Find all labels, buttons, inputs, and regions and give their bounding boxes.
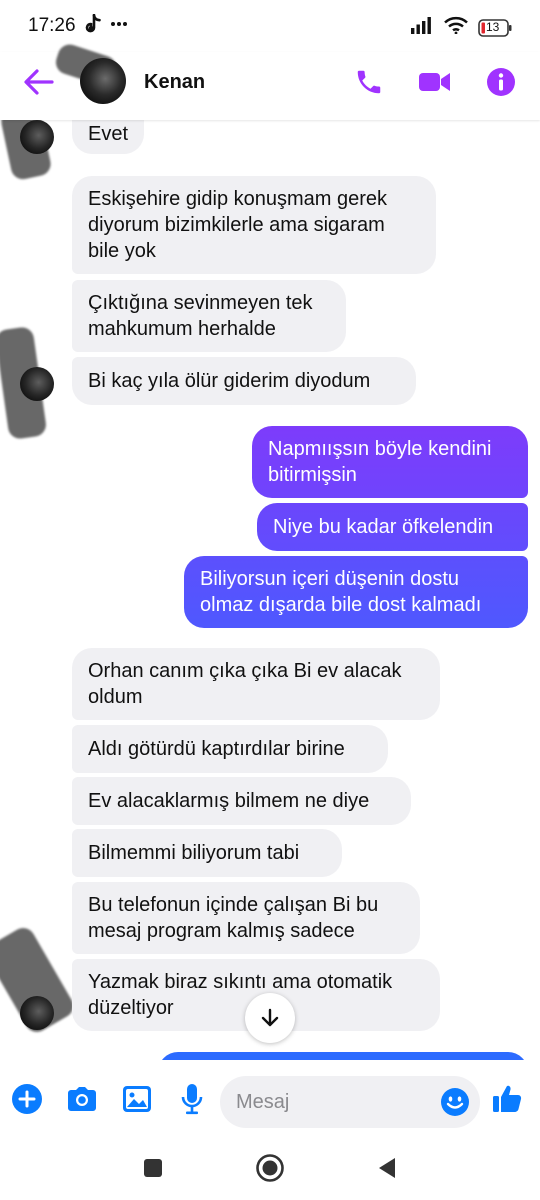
arrow-down-icon: [261, 1008, 279, 1027]
message-outgoing[interactable]: Niye bu kadar öfkelendin: [257, 503, 528, 551]
back-icon: [379, 1158, 395, 1178]
message-incoming[interactable]: Ev alacaklarmış bilmem ne diye: [72, 777, 411, 825]
message-incoming[interactable]: Çıktığına sevinmeyen tek mahkumum herhal…: [72, 280, 346, 352]
camera-icon: [68, 1087, 96, 1111]
scroll-to-bottom-button[interactable]: [245, 993, 295, 1043]
more-actions-button[interactable]: [10, 1082, 44, 1116]
wifi-icon: [444, 16, 468, 39]
recent-apps-icon: [144, 1159, 162, 1177]
recent-apps-button[interactable]: [138, 1153, 168, 1183]
plus-icon: [12, 1084, 42, 1114]
call-button[interactable]: [352, 65, 386, 99]
message-incoming[interactable]: Orhan canım çıka çıka Bi ev alacak oldum: [72, 648, 440, 720]
signal-icon: [410, 16, 434, 39]
battery-level: 13: [486, 19, 500, 34]
contact-name[interactable]: Kenan: [144, 71, 205, 94]
battery-icon: 13: [478, 18, 512, 37]
message-incoming[interactable]: Aldı götürdü kaptırdılar birine: [72, 725, 388, 773]
gallery-button[interactable]: [120, 1082, 154, 1116]
camera-button[interactable]: [65, 1082, 99, 1116]
message-incoming[interactable]: Eskişehire gidip konuşmam gerek diyorum …: [72, 176, 436, 274]
sender-avatar: [20, 996, 54, 1030]
emoji-button[interactable]: [440, 1087, 470, 1117]
video-icon: [419, 73, 450, 91]
image-icon: [123, 1086, 151, 1112]
voice-record-button[interactable]: [175, 1082, 209, 1116]
like-button[interactable]: [490, 1082, 524, 1116]
back-arrow-icon: [24, 69, 54, 95]
message-incoming[interactable]: Evet: [72, 120, 144, 154]
system-nav-bar: [0, 1140, 540, 1200]
info-button[interactable]: [484, 65, 518, 99]
message-list[interactable]: Evet Eskişehire gidip konuşmam gerek diy…: [0, 120, 540, 1060]
contact-avatar[interactable]: [80, 58, 126, 104]
sender-avatar: [20, 120, 54, 154]
composer-bar: [0, 1064, 540, 1140]
status-time: 17:26: [28, 15, 76, 36]
phone-icon: [357, 70, 381, 94]
message-incoming[interactable]: Bi kaç yıla ölür giderim diyodum: [72, 357, 416, 405]
message-outgoing-partial[interactable]: [158, 1052, 528, 1060]
tiktok-icon: [84, 13, 102, 39]
back-button[interactable]: [22, 67, 56, 97]
sender-avatar: [20, 367, 54, 401]
emoji-icon: [441, 1088, 469, 1116]
back-nav-button[interactable]: [372, 1153, 402, 1183]
message-incoming[interactable]: Bilmemmi biliyorum tabi: [72, 829, 342, 877]
thumbs-up-icon: [493, 1085, 522, 1112]
message-outgoing[interactable]: Napmıışsın böyle kendini bitirmişsin: [252, 426, 528, 498]
message-field[interactable]: [220, 1076, 480, 1128]
message-incoming[interactable]: Bu telefonun içinde çalışan Bi bu mesaj …: [72, 882, 420, 954]
info-icon: [487, 68, 515, 96]
message-input[interactable]: [236, 1076, 426, 1128]
video-call-button[interactable]: [418, 65, 452, 99]
more-dots-icon: [110, 16, 128, 35]
message-outgoing[interactable]: Biliyorsun içeri düşenin dostu olmaz dış…: [184, 556, 528, 628]
microphone-icon: [181, 1084, 203, 1115]
status-bar: 17:26 13: [0, 0, 540, 52]
home-button[interactable]: [255, 1153, 285, 1183]
home-icon: [256, 1154, 284, 1182]
chat-header: Kenan: [0, 41, 540, 120]
